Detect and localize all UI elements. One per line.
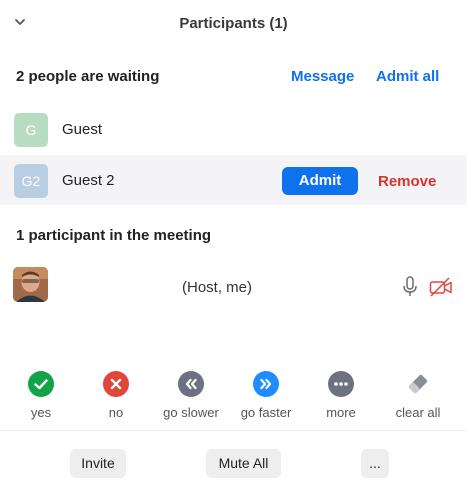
waiting-participant-row[interactable]: G2 Guest 2 Admit Remove bbox=[0, 155, 467, 205]
host-avatar bbox=[13, 267, 48, 302]
reaction-go-slower[interactable]: go slower bbox=[151, 365, 231, 420]
host-participant-row[interactable]: (Host, me) bbox=[0, 262, 467, 310]
admit-all-button[interactable]: Admit all bbox=[376, 68, 439, 85]
reaction-more[interactable]: more bbox=[301, 365, 381, 420]
waiting-room-header: 2 people are waiting Message Admit all bbox=[0, 62, 467, 92]
reaction-label: no bbox=[108, 405, 124, 420]
reaction-clear-all[interactable]: clear all bbox=[378, 365, 458, 420]
participant-name: Guest 2 bbox=[62, 172, 115, 189]
eraser-icon bbox=[408, 374, 428, 394]
reaction-label: yes bbox=[30, 405, 52, 420]
avatar: G2 bbox=[14, 164, 48, 198]
reaction-label: more bbox=[326, 405, 356, 420]
avatar: G bbox=[14, 113, 48, 147]
reaction-yes[interactable]: yes bbox=[1, 365, 81, 420]
participant-name: Guest bbox=[62, 121, 103, 138]
reaction-go-faster[interactable]: go faster bbox=[226, 365, 306, 420]
admit-button[interactable]: Admit bbox=[282, 167, 358, 195]
in-meeting-title: 1 participant in the meeting bbox=[16, 227, 212, 244]
waiting-participant-row[interactable]: G Guest bbox=[0, 104, 467, 154]
reaction-no[interactable]: no bbox=[76, 365, 156, 420]
waiting-room-title: 2 people are waiting bbox=[16, 68, 160, 85]
message-waiting-button[interactable]: Message bbox=[291, 68, 354, 85]
rewind-icon bbox=[178, 371, 204, 397]
video-off-icon[interactable] bbox=[429, 277, 453, 297]
participants-header: Participants (1) bbox=[0, 0, 467, 50]
invite-button[interactable]: Invite bbox=[70, 449, 126, 478]
footer-divider bbox=[0, 430, 467, 431]
nonverbal-feedback-bar: yes no go slower go faster more clear al… bbox=[0, 365, 467, 425]
more-options-button[interactable]: ... bbox=[361, 449, 389, 478]
remove-button[interactable]: Remove bbox=[378, 173, 436, 190]
reaction-label: go slower bbox=[163, 405, 219, 420]
more-dots-icon bbox=[328, 371, 354, 397]
x-circle-icon bbox=[103, 371, 129, 397]
mute-all-button[interactable]: Mute All bbox=[206, 449, 281, 478]
fast-forward-icon bbox=[253, 371, 279, 397]
reaction-label: clear all bbox=[395, 405, 441, 420]
host-label: (Host, me) bbox=[182, 279, 253, 296]
microphone-icon[interactable] bbox=[402, 276, 418, 298]
check-circle-icon bbox=[28, 371, 54, 397]
reaction-label: go faster bbox=[240, 405, 292, 420]
panel-title: Participants (1) bbox=[179, 15, 288, 32]
